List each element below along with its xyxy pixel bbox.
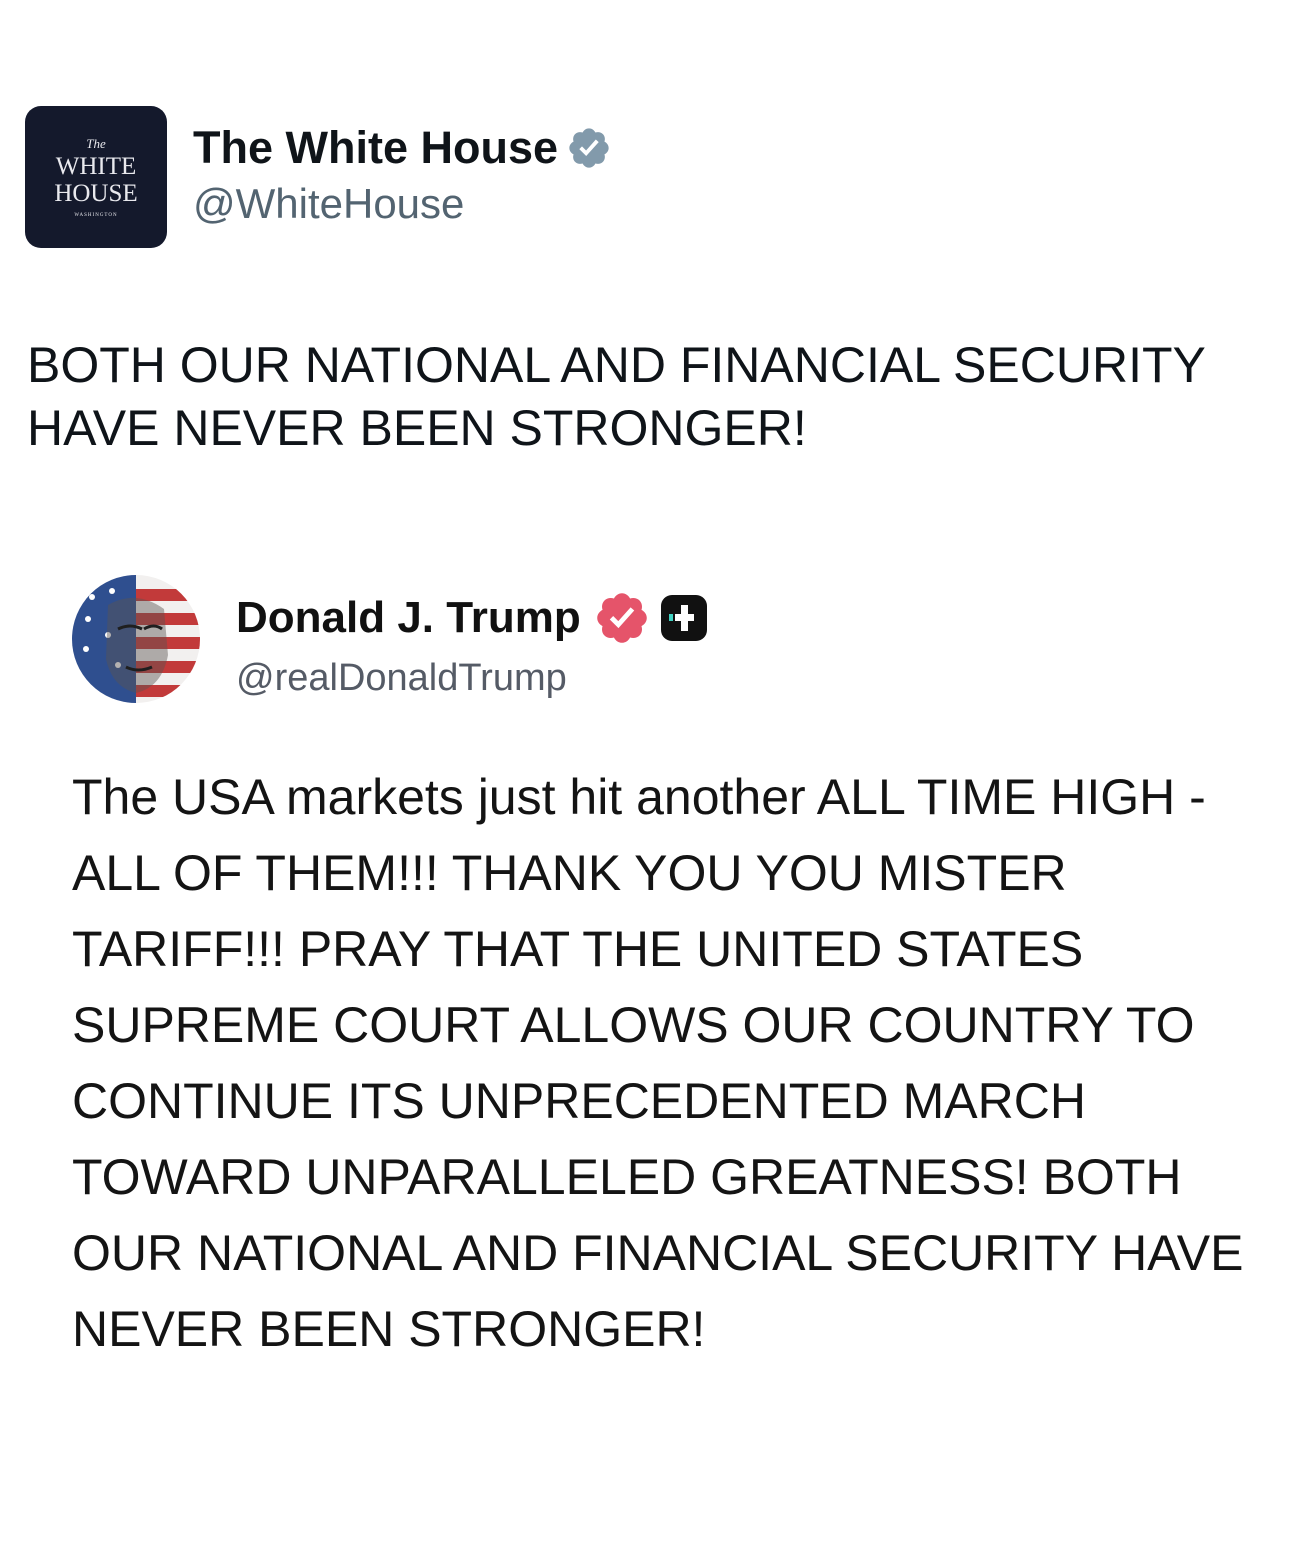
post-header: The WHITE HOUSE WASHINGTON The White Hou… <box>25 106 612 248</box>
truth-plus-icon <box>660 595 707 641</box>
author-name-row: The White House <box>193 122 612 174</box>
avatar-text-white: WHITE <box>55 152 137 180</box>
quoted-author-name-row: Donald J. Trump <box>236 589 707 647</box>
quoted-author-display-name[interactable]: Donald J. Trump <box>236 592 581 644</box>
author-identity: The White House @WhiteHouse <box>193 106 612 232</box>
post-text: BOTH OUR NATIONAL AND FINANCIAL SECURITY… <box>27 337 1205 456</box>
quoted-post-header: Donald J. Trump @realDonaldTrump <box>72 575 1252 703</box>
avatar-text-the: The <box>86 135 106 151</box>
quoted-author-handle[interactable]: @realDonaldTrump <box>236 653 707 703</box>
quoted-post[interactable]: Donald J. Trump @realDonaldTrump The USA… <box>72 575 1252 1367</box>
quoted-post-text: The USA markets just hit another ALL TIM… <box>72 769 1244 1357</box>
author-avatar[interactable]: The WHITE HOUSE WASHINGTON <box>25 106 167 248</box>
author-display-name[interactable]: The White House <box>193 122 558 174</box>
avatar-text-house: HOUSE <box>54 179 138 207</box>
flag-portrait-avatar[interactable] <box>72 575 200 703</box>
verified-badge-icon <box>593 589 651 647</box>
quoted-author-identity: Donald J. Trump @realDonaldTrump <box>236 575 707 703</box>
avatar-text-washington: WASHINGTON <box>74 212 118 218</box>
author-handle[interactable]: @WhiteHouse <box>193 176 612 232</box>
verified-badge-icon <box>566 125 612 171</box>
